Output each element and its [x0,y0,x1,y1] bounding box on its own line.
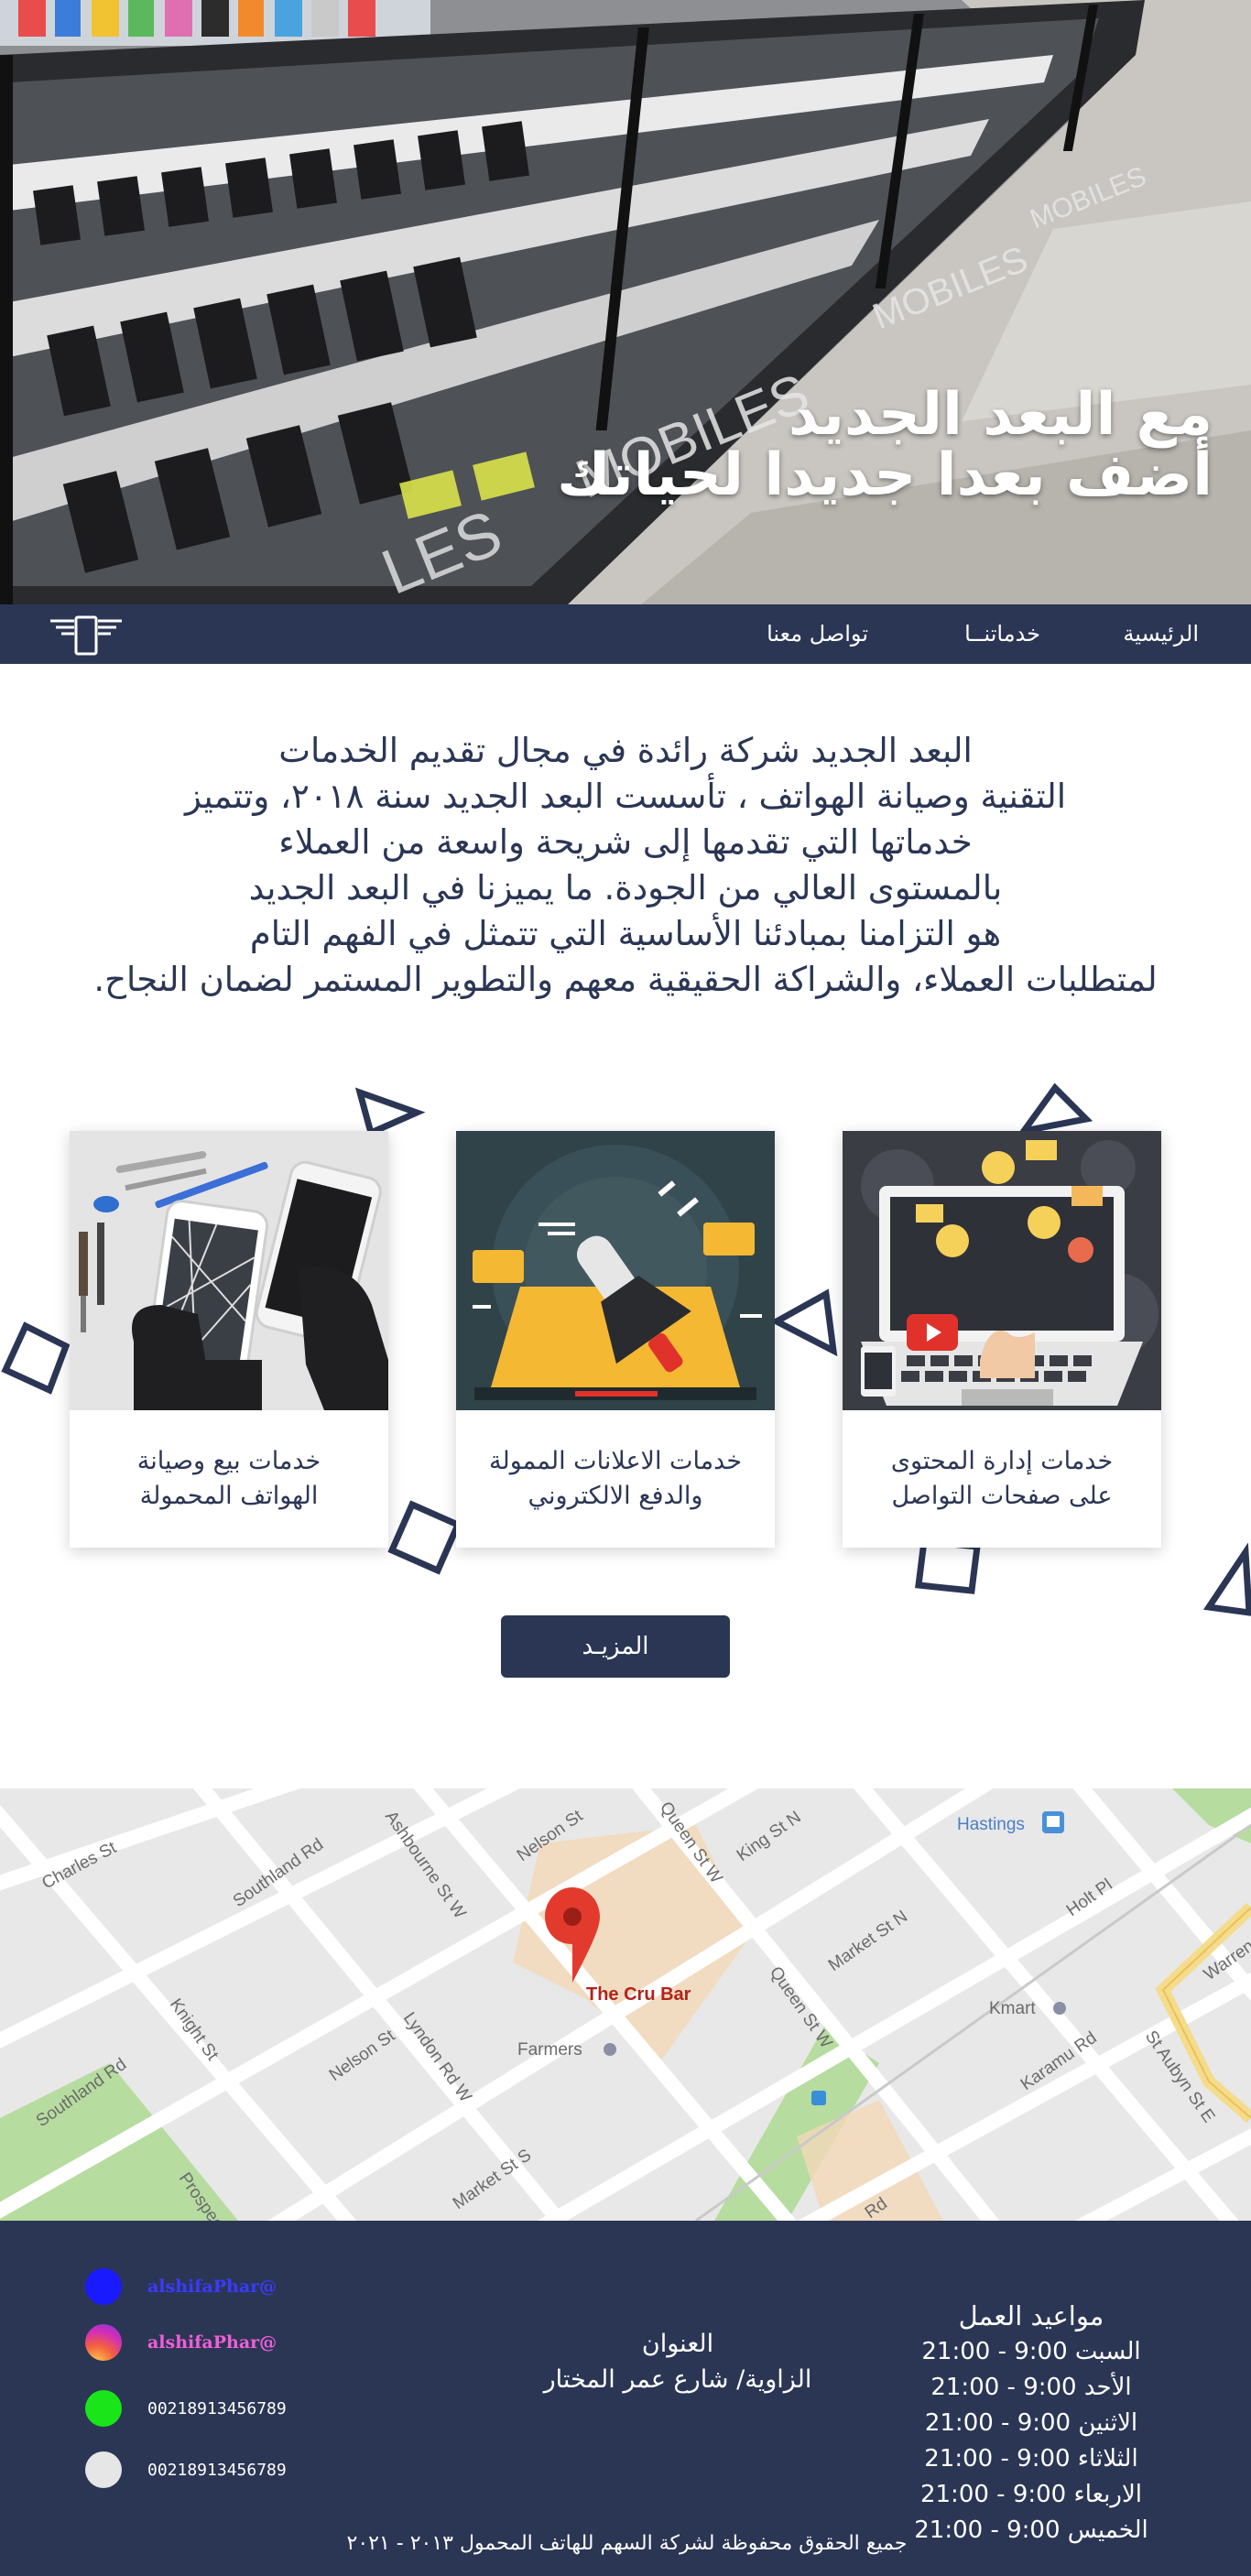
hours-row: السبت 9:00 - 21:00 [921,2338,1141,2365]
hours-title: مواعيد العمل [958,2300,1104,2331]
hours-row: الأحد 9:00 - 21:00 [930,2374,1132,2401]
about-line: هو التزامنا بمبادئنا الأساسية التي تتمثل… [249,914,1002,953]
hours-row: الاثنين 9:00 - 21:00 [924,2409,1138,2437]
triangle-deco-icon [769,1288,838,1357]
contact-whatsapp[interactable]: 00218913456789 [85,2388,287,2429]
service-card-content[interactable]: خدمات إدارة المحتوى على صفحات التواصل [843,1131,1161,1548]
megaphone-illustration [456,1131,775,1410]
nav-item-services[interactable]: خدماتنــا [964,604,1040,664]
contact-phone-text: 00218913456789 [147,2460,287,2480]
about-text: البعد الجديد شركة رائدة في مجال تقديم ال… [18,728,1233,1003]
address-text: الزاوية/ شارع عمر المختار [543,2365,812,2394]
address-title: العنوان [641,2330,714,2358]
hours-row: الثلاثاء 9:00 - 21:00 [924,2445,1138,2473]
contact-email[interactable]: alshifaPhar@ [85,2266,277,2307]
map-label: Farmers [517,2040,582,2060]
about-line: لمتطلبات العملاء، والشراكة الحقيقية معهم… [93,960,1158,999]
bus-stop-icon [811,2091,826,2105]
nav-item-home[interactable]: الرئيسية [1123,604,1199,664]
hero-banner: MOBILES MOBILES MOBILES LES مع البعد الج… [0,0,1251,604]
service-card-ads[interactable]: خدمات الاعلانات الممولة والدفع الالكتروني [456,1131,775,1548]
contact-email-text: alshifaPhar@ [147,2277,277,2297]
email-icon [85,2268,122,2305]
phone-logo-icon[interactable] [48,612,125,658]
more-button[interactable]: المزيـد [501,1615,730,1678]
copyright-text: جميع الحقوق محفوظة لشركة السهم للهاتف ال… [346,2532,908,2555]
service-card-line: خدمات بيع وصيانة [136,1447,321,1475]
services-section: خدمات إدارة المحتوى على صفحات التواصل خدم… [0,1071,1251,1616]
main-nav: الرئيسية خدماتنــا تواصل معنا [0,604,1251,664]
hero-photo: MOBILES MOBILES MOBILES LES [0,0,1251,604]
site-footer: مواعيد العمل السبت 9:00 - 21:00 الأحد 9:… [0,2221,1251,2576]
square-deco-icon [1,1321,71,1395]
contact-instagram-text: alshifaPhar@ [147,2332,277,2353]
contact-phone[interactable]: 00218913456789 [85,2450,287,2490]
shop-icon [604,2043,616,2056]
map-pin-label: The Cru Bar [586,1984,691,2005]
service-card-repair[interactable]: خدمات بيع وصيانة الهواتف المحمولة [70,1131,388,1548]
map-label: Hastings [957,1815,1025,1834]
map-label: Kmart [989,1999,1036,2018]
service-card-line: خدمات الاعلانات الممولة [489,1447,743,1475]
service-card-label: خدمات الاعلانات الممولة والدفع الالكتروني [456,1410,775,1548]
shop-icon [1053,2002,1066,2015]
service-card-line: على صفحات التواصل [891,1482,1113,1510]
transit-icon [1042,1811,1064,1833]
social-media-illustration [843,1131,1161,1410]
about-line: بالمستوى العالي من الجودة. ما يميزنا في … [248,868,1003,908]
service-card-line: والدفع الالكتروني [528,1482,703,1510]
triangle-deco-icon [1202,1543,1251,1616]
about-line: خدماتها التي تقدمها إلى شريحة واسعة من ا… [278,822,973,862]
hours-row: الاربعاء 9:00 - 21:00 [919,2481,1143,2508]
map-canvas[interactable]: Charles St Southland Rd Ashbourne St W N… [0,1788,1251,2221]
hero-headline: مع البعد الجديد أضف بعدا جديدا لحياتك [557,385,1213,505]
hero-line-2: أضف بعدا جديدا لحياتك [557,441,1213,509]
nav-item-contact[interactable]: تواصل معنا [767,604,868,664]
service-card-line: الهواتف المحمولة [139,1482,319,1510]
whatsapp-icon [85,2390,122,2427]
address-block: العنوان الزاوية/ شارع عمر المختار [522,2326,833,2397]
about-line: التقنية وصيانة الهواتف ، تأسست البعد الج… [184,777,1067,816]
square-deco-icon [387,1500,462,1575]
phone-repair-photo [70,1131,388,1410]
service-card-label: خدمات إدارة المحتوى على صفحات التواصل [843,1410,1161,1548]
contact-whatsapp-text: 00218913456789 [147,2398,287,2418]
hero-line-1: مع البعد الجديد [788,381,1213,449]
service-card-line: خدمات إدارة المحتوى [890,1447,1114,1475]
phone-icon [85,2451,122,2488]
contact-instagram[interactable]: alshifaPhar@ [85,2322,277,2363]
working-hours: مواعيد العمل السبت 9:00 - 21:00 الأحد 9:… [894,2299,1169,2549]
location-map[interactable]: Charles St Southland Rd Ashbourne St W N… [0,1788,1251,2221]
instagram-icon [85,2324,122,2361]
service-card-label: خدمات بيع وصيانة الهواتف المحمولة [70,1410,388,1548]
about-line: البعد الجديد شركة رائدة في مجال تقديم ال… [278,731,973,770]
